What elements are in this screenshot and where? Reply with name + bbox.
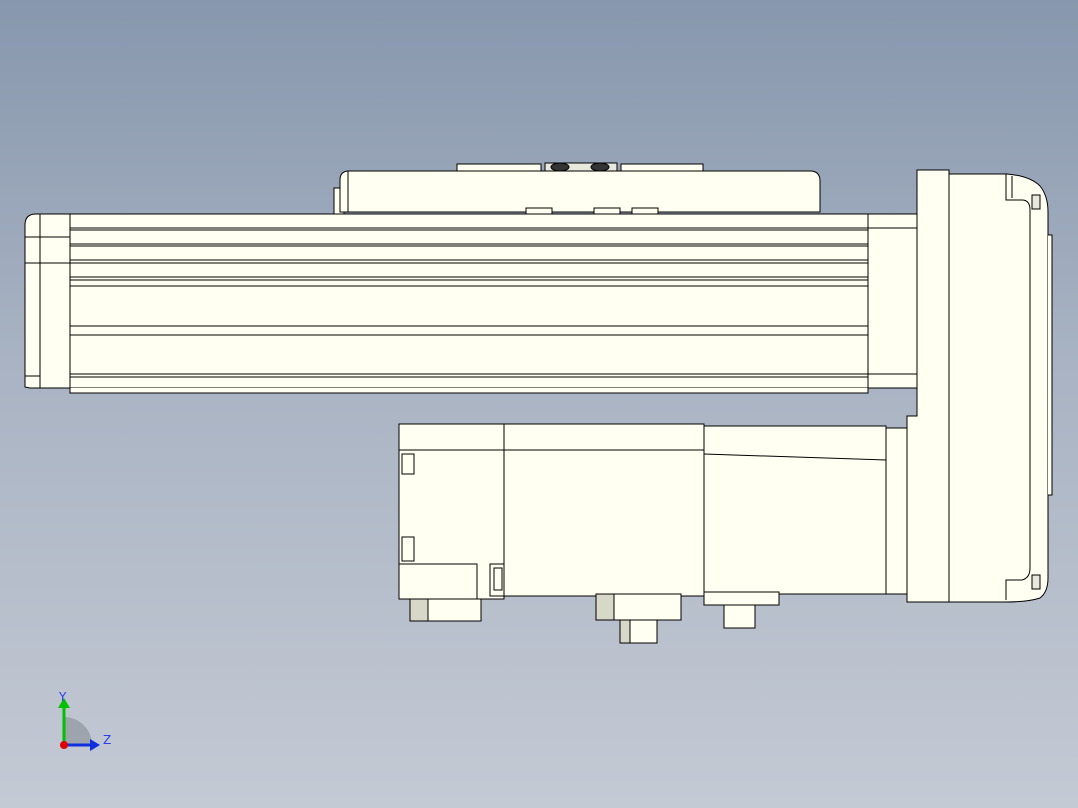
y-axis-label: Y bbox=[58, 690, 67, 704]
z-axis-arrowhead bbox=[90, 739, 100, 751]
cad-viewport[interactable]: Y Z bbox=[0, 0, 1078, 808]
x-axis-dot bbox=[60, 741, 68, 749]
triad-plane bbox=[64, 717, 92, 745]
z-axis-label: Z bbox=[103, 733, 111, 747]
coordinate-triad: Y Z bbox=[58, 690, 111, 751]
